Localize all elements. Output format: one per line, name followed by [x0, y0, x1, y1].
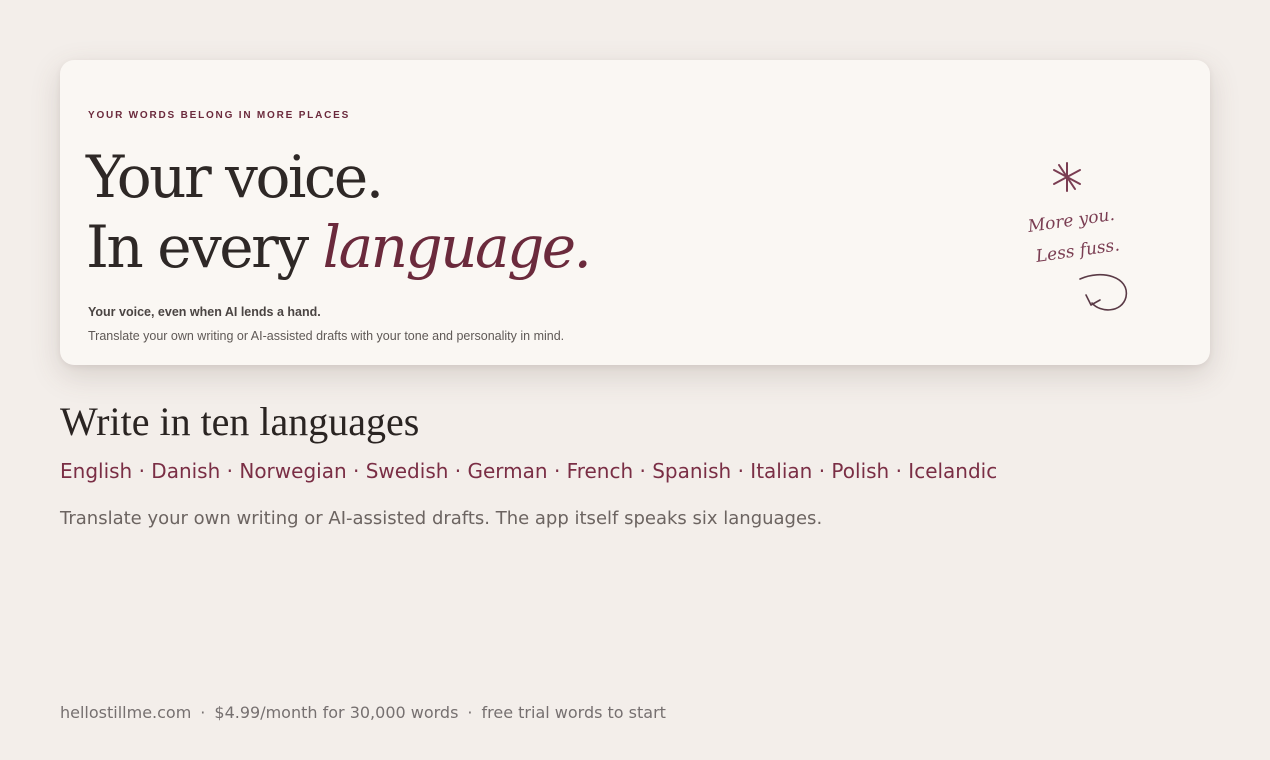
language-item: Swedish [365, 459, 449, 483]
footer-domain: hellostillme.com [60, 703, 192, 722]
headline-line-2: In every language. [86, 212, 592, 282]
hero-eyebrow: YOUR WORDS BELONG IN MORE PLACES [88, 110, 351, 121]
language-separator: · [138, 459, 145, 483]
footer-price: $4.99/month for 30,000 words [214, 703, 459, 722]
curved-arrow-icon [1079, 273, 1127, 311]
section-title: Write in ten languages [60, 399, 420, 444]
language-separator: · [818, 459, 826, 483]
language-item: English [60, 459, 133, 483]
language-item: French [566, 459, 634, 483]
asterisk-icon [1053, 162, 1081, 192]
language-list: English · Danish · Norwegian · Swedish ·… [60, 459, 997, 483]
page: YOUR WORDS BELONG IN MORE PLACES Your vo… [0, 0, 1270, 760]
footer-separator: · [200, 703, 206, 722]
language-item: Norwegian [239, 459, 347, 483]
doodle-text-line-2: Less fuss. [1034, 235, 1121, 267]
footer-separator: · [467, 703, 473, 722]
language-item: Danish [151, 459, 221, 483]
headline-line-2-plain: In every [86, 213, 323, 281]
footer: hellostillme.com · $4.99/month for 30,000 … [60, 703, 666, 722]
language-separator: · [352, 459, 360, 483]
hero-doodle: More you. Less fuss. [1010, 155, 1150, 325]
language-separator: · [895, 459, 902, 483]
language-separator: · [737, 459, 744, 483]
language-separator: · [639, 459, 646, 483]
hero-subhead: Your voice, even when AI lends a hand. [88, 305, 321, 319]
language-item: Icelandic [908, 459, 998, 483]
section-description: Translate your own writing or AI-assiste… [60, 508, 823, 529]
hero-card: YOUR WORDS BELONG IN MORE PLACES Your vo… [60, 60, 1210, 365]
headline-line-1: Your voice. [86, 143, 384, 211]
doodle-text-line-1: More you. [1026, 204, 1116, 237]
language-separator: · [454, 459, 462, 483]
language-item: Polish [831, 459, 890, 483]
language-item: Italian [750, 459, 813, 483]
headline-line-2-accent: language. [322, 213, 592, 281]
language-separator: · [553, 459, 561, 483]
hero-headline: Your voice. In every language. [86, 142, 592, 282]
footer-trial: free trial words to start [481, 703, 666, 722]
hero-subtext: Translate your own writing or AI-assiste… [88, 329, 565, 343]
language-item: Spanish [652, 459, 732, 483]
language-separator: · [226, 459, 233, 483]
language-item: German [467, 459, 548, 483]
